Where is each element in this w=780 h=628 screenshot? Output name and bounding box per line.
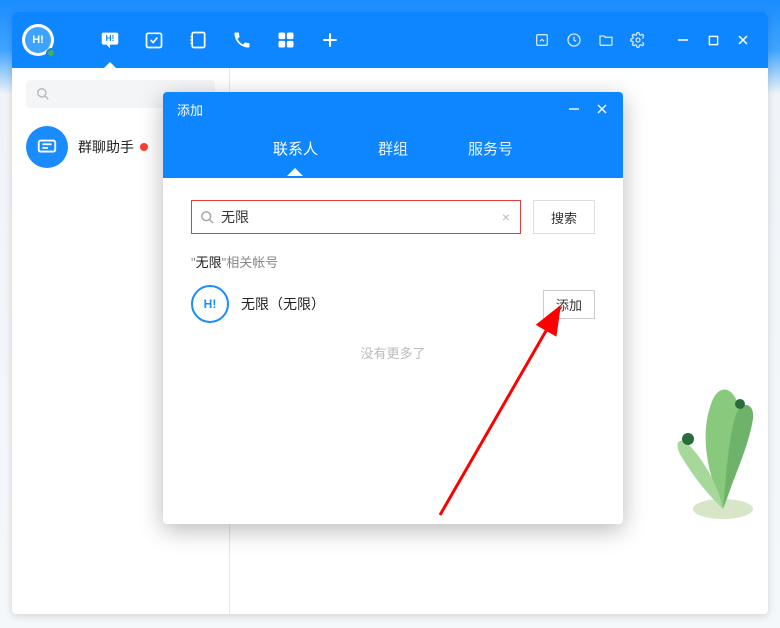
tab-apps[interactable] bbox=[264, 12, 308, 68]
dialog-search-input[interactable] bbox=[221, 209, 492, 225]
history-icon[interactable] bbox=[560, 26, 588, 54]
tab-calendar[interactable] bbox=[132, 12, 176, 68]
tab-chat[interactable]: H! bbox=[88, 12, 132, 68]
screenshot-icon[interactable] bbox=[528, 26, 556, 54]
tab-service[interactable]: 服务号 bbox=[464, 130, 517, 175]
maximize-icon bbox=[708, 35, 719, 46]
toolbar-left: H! H! bbox=[22, 12, 352, 68]
result-hint: "无限"相关帐号 bbox=[191, 252, 595, 271]
minimize-button[interactable] bbox=[668, 26, 698, 54]
close-icon bbox=[596, 103, 608, 115]
chat-avatar bbox=[26, 126, 68, 168]
hint-query: 无限 bbox=[196, 255, 222, 270]
clear-search-button[interactable]: × bbox=[498, 209, 514, 225]
search-icon bbox=[36, 87, 50, 101]
maximize-button[interactable] bbox=[698, 26, 728, 54]
chat-outline-icon bbox=[36, 136, 58, 158]
search-button[interactable]: 搜索 bbox=[533, 200, 595, 234]
dialog-close-button[interactable] bbox=[589, 96, 615, 122]
toolbar: H! H! bbox=[12, 12, 768, 68]
capture-icon bbox=[534, 32, 550, 48]
add-button[interactable]: 添加 bbox=[543, 290, 595, 319]
folder-icon bbox=[598, 32, 614, 48]
profile-avatar[interactable]: H! bbox=[22, 24, 54, 56]
chat-title-text: 群聊助手 bbox=[78, 137, 134, 157]
minimize-icon bbox=[677, 34, 689, 46]
dialog-search-wrap: × bbox=[191, 200, 521, 234]
dialog-title: 添加 bbox=[177, 100, 203, 119]
phone-icon bbox=[232, 30, 252, 50]
dialog-tabs: 联系人 群组 服务号 bbox=[163, 126, 623, 178]
chat-bubble-icon: H! bbox=[99, 29, 121, 51]
window-controls bbox=[668, 26, 758, 54]
tab-add[interactable] bbox=[308, 12, 352, 68]
toolbar-right bbox=[528, 26, 758, 54]
no-more-text: 没有更多了 bbox=[191, 343, 595, 362]
tab-group[interactable]: 群组 bbox=[374, 130, 412, 175]
gear-icon bbox=[630, 32, 646, 48]
decorative-plant bbox=[628, 344, 758, 524]
close-button[interactable] bbox=[728, 26, 758, 54]
add-dialog: 添加 联系人 群组 服务号 × 搜索 "无 bbox=[163, 92, 623, 524]
tab-phone[interactable] bbox=[220, 12, 264, 68]
address-book-icon bbox=[188, 30, 208, 50]
settings-icon-btn[interactable] bbox=[624, 26, 652, 54]
apps-grid-icon bbox=[276, 30, 296, 50]
calendar-check-icon bbox=[144, 30, 164, 50]
clock-icon bbox=[566, 32, 582, 48]
tab-address-book[interactable] bbox=[176, 12, 220, 68]
dialog-header: 添加 联系人 群组 服务号 bbox=[163, 92, 623, 178]
unread-dot bbox=[140, 143, 148, 151]
dialog-title-row: 添加 bbox=[163, 92, 623, 126]
dialog-minimize-button[interactable] bbox=[561, 96, 587, 122]
svg-text:H!: H! bbox=[106, 34, 115, 43]
dialog-search-row: × 搜索 bbox=[191, 200, 595, 234]
dialog-controls bbox=[561, 96, 615, 122]
result-name: 无限（无限） bbox=[241, 294, 531, 314]
search-icon bbox=[200, 210, 215, 225]
close-icon bbox=[737, 34, 749, 46]
hint-suffix: 相关帐号 bbox=[226, 255, 278, 270]
result-row: H! 无限（无限） 添加 bbox=[191, 285, 595, 323]
status-online-dot bbox=[46, 48, 56, 58]
plus-icon bbox=[320, 30, 340, 50]
chat-title: 群聊助手 bbox=[78, 137, 148, 157]
minimize-icon bbox=[568, 103, 580, 115]
result-avatar: H! bbox=[191, 285, 229, 323]
toolbar-tabs: H! bbox=[88, 12, 352, 68]
folder-icon-btn[interactable] bbox=[592, 26, 620, 54]
tab-contact[interactable]: 联系人 bbox=[269, 130, 322, 175]
dialog-body: × 搜索 "无限"相关帐号 H! 无限（无限） 添加 没有更多了 bbox=[163, 178, 623, 524]
